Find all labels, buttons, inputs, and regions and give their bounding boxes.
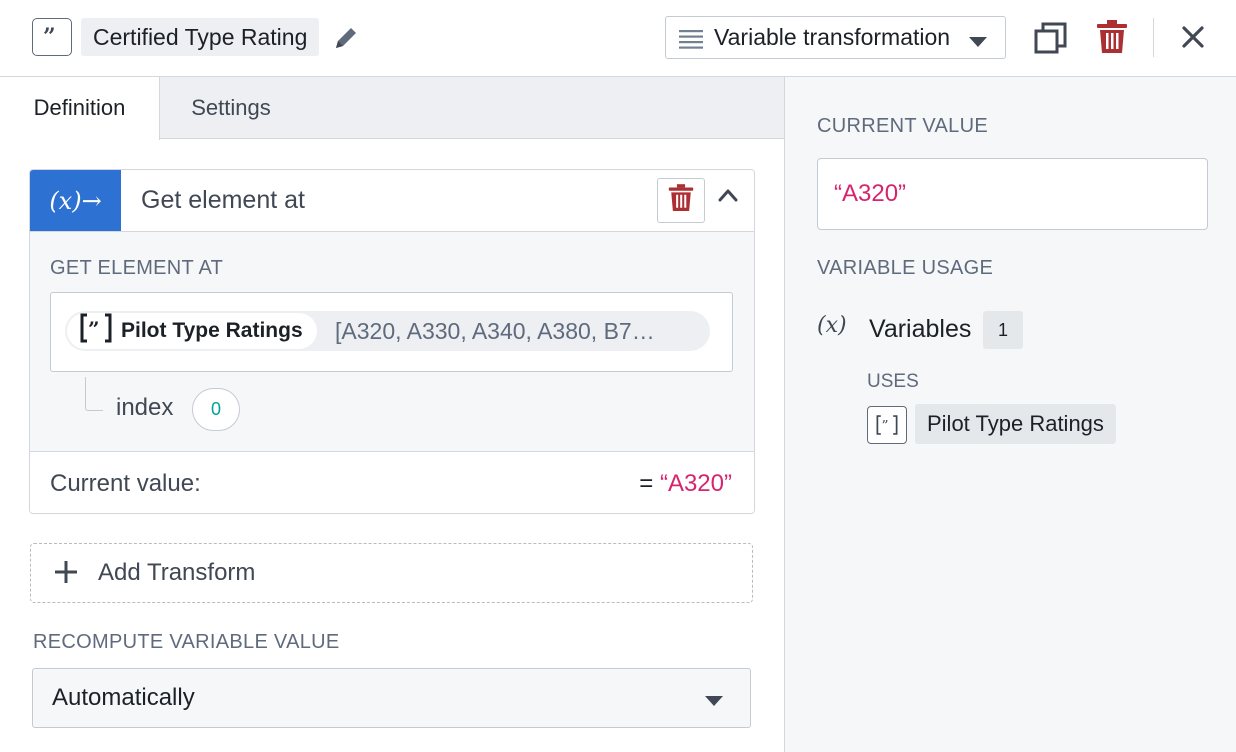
list-icon — [679, 29, 703, 54]
current-value-heading: CURRENT VALUE — [817, 115, 988, 138]
tab-definition[interactable]: Definition — [0, 77, 160, 140]
variable-title[interactable]: Certified Type Rating — [81, 18, 319, 56]
type-select-label: Variable transformation — [714, 17, 950, 58]
transform-card-body: GET ELEMENT AT ” Pilot Type Ratings [A32… — [30, 232, 754, 452]
header-divider — [1153, 18, 1154, 57]
variable-pill-name: ” Pilot Type Ratings — [67, 313, 317, 349]
array-variable-icon: ” — [867, 406, 907, 444]
recompute-label: RECOMPUTE VARIABLE VALUE — [33, 631, 340, 654]
caret-down-icon — [705, 693, 723, 711]
array-variable-icon: ” — [79, 312, 113, 350]
transform-card-header[interactable]: (x)→ Get element at — [30, 170, 754, 232]
caret-down-icon — [969, 34, 987, 52]
current-value-row: Current value: = “A320” — [30, 453, 754, 514]
variable-pill[interactable]: ” Pilot Type Ratings [A320, A330, A340, … — [65, 311, 710, 351]
current-value-label: Current value: — [50, 453, 201, 514]
variable-pill-value: [A320, A330, A340, A380, B7… — [335, 311, 700, 351]
svg-text:”: ” — [43, 27, 56, 47]
svg-text:”: ” — [882, 419, 889, 435]
chevron-up-icon[interactable] — [718, 188, 738, 207]
array-input[interactable]: ” Pilot Type Ratings [A320, A330, A340, … — [50, 292, 733, 372]
plus-icon — [53, 559, 79, 590]
close-icon[interactable] — [1181, 25, 1205, 54]
definition-panel: Definition Settings (x)→ Get element at … — [0, 77, 784, 752]
svg-text:”: ” — [88, 317, 100, 341]
tree-connector — [85, 377, 103, 411]
variable-icon: (x) — [817, 313, 847, 338]
transformation-type-select[interactable]: Variable transformation — [665, 16, 1006, 59]
current-value-display: “A320” — [817, 158, 1208, 230]
tab-bar: Definition Settings — [0, 77, 784, 139]
index-value-input[interactable]: 0 — [192, 388, 240, 431]
recompute-select[interactable]: Automatically — [32, 668, 751, 728]
fx-arrow-icon: (x)→ — [30, 170, 121, 231]
get-element-at-label: GET ELEMENT AT — [50, 257, 223, 280]
trash-icon — [668, 184, 694, 217]
tab-settings[interactable]: Settings — [160, 77, 302, 139]
pencil-icon[interactable] — [330, 22, 362, 54]
details-panel: CURRENT VALUE “A320” VARIABLE USAGE (x) … — [784, 77, 1236, 752]
delete-transform-button[interactable] — [657, 178, 705, 223]
current-value-result: = “A320” — [639, 453, 732, 514]
variable-usage-heading: VARIABLE USAGE — [817, 257, 993, 280]
variables-label: Variables — [869, 315, 971, 344]
uses-variable-chip[interactable]: Pilot Type Ratings — [915, 404, 1116, 444]
transform-title: Get element at — [141, 170, 305, 231]
trash-icon[interactable] — [1096, 20, 1128, 59]
transform-card: (x)→ Get element at GET ELEMENT AT ” — [29, 169, 755, 514]
quote-variable-icon: ” — [32, 18, 72, 56]
index-label: index — [116, 394, 173, 422]
add-transform-button[interactable]: Add Transform — [30, 543, 753, 603]
uses-label: USES — [867, 371, 919, 393]
duplicate-icon[interactable] — [1034, 22, 1068, 59]
recompute-select-value: Automatically — [52, 669, 195, 727]
editor-header: ” Certified Type Rating Variable transfo… — [0, 0, 1236, 77]
variables-count-badge: 1 — [983, 311, 1023, 349]
